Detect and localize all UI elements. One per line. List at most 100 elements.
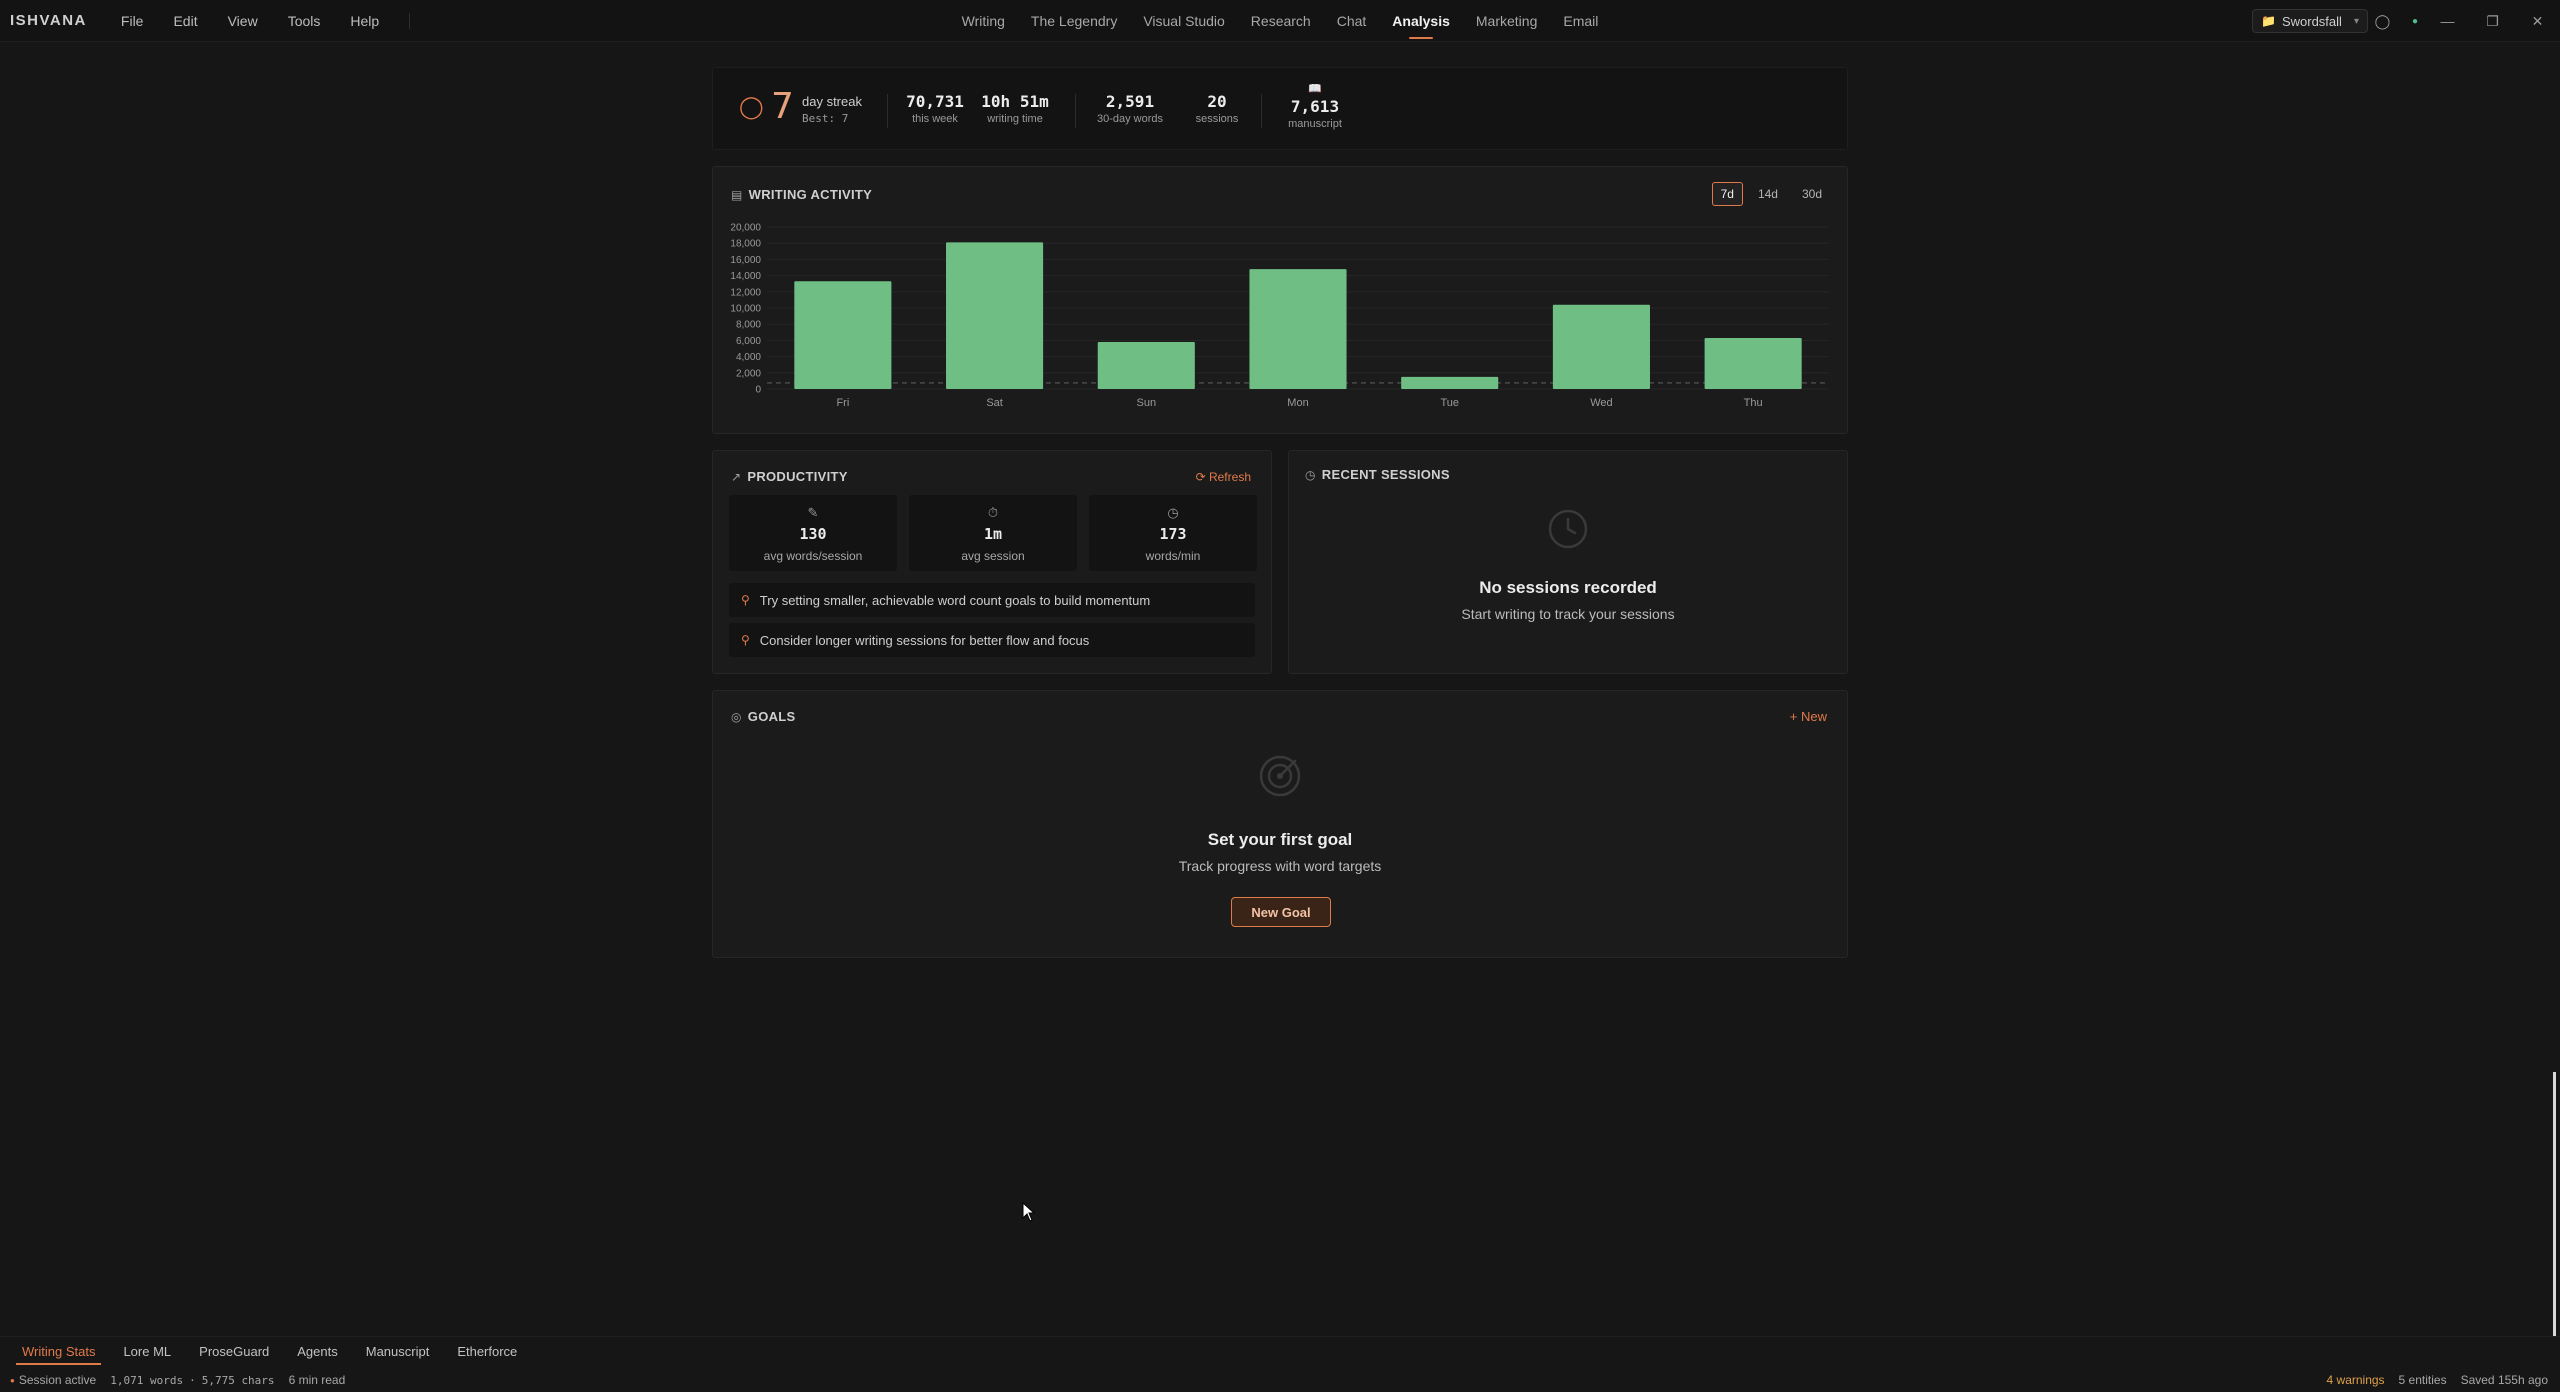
y-tick-label: 0	[755, 385, 761, 396]
book-icon: 📖	[1308, 83, 1322, 95]
words-per-min-value: 173	[1159, 525, 1187, 543]
status-separator: ·	[189, 1373, 196, 1387]
menu-help[interactable]: Help	[350, 13, 379, 29]
close-icon[interactable]: ✕	[2515, 13, 2560, 30]
nav-writing[interactable]: Writing	[960, 13, 1007, 29]
scrollbar-thumb[interactable]	[2553, 1072, 2556, 1336]
words-per-min-card: ◷ 173 words/min	[1089, 495, 1257, 571]
goals-empty-state: Set your first goal Track progress with …	[713, 753, 1847, 874]
new-goal-button[interactable]: New Goal	[1231, 897, 1331, 927]
clock-icon	[1548, 509, 1588, 549]
tab-manuscript[interactable]: Manuscript	[360, 1338, 436, 1365]
nav-visual-studio[interactable]: Visual Studio	[1141, 13, 1226, 29]
tip-text: Try setting smaller, achievable word cou…	[759, 592, 1151, 608]
refresh-label: Refresh	[1208, 470, 1251, 484]
workspace-selector[interactable]: 📁 Swordsfall ▾	[2252, 9, 2368, 33]
mouse-cursor-icon	[1022, 1202, 1036, 1222]
menu-edit[interactable]: Edit	[173, 13, 197, 29]
stats-summary: ◯ 7 day streak Best: 7 70,731 this week …	[712, 67, 1848, 150]
status-right: 4 warnings 5 entities Saved 155h ago	[2327, 1368, 2548, 1392]
stat-writing-time: 10h 51m writing time	[975, 92, 1055, 125]
nav-analysis[interactable]: Analysis	[1390, 13, 1452, 29]
menu-file[interactable]: File	[121, 13, 144, 29]
menu-bar: File Edit View Tools Help	[121, 13, 379, 29]
tab-agents[interactable]: Agents	[291, 1338, 343, 1365]
flame-icon: ◯	[739, 94, 764, 119]
tab-etherforce[interactable]: Etherforce	[451, 1338, 523, 1365]
history-icon: ◷	[1305, 467, 1316, 482]
x-tick-label: Sun	[1136, 397, 1156, 409]
goals-panel: ◎ GOALS + New Set your first goal Track …	[712, 690, 1848, 958]
y-tick-label: 10,000	[730, 304, 761, 315]
bar-sat	[946, 242, 1044, 389]
sync-status-icon[interactable]: ◯	[2360, 13, 2405, 30]
menu-view[interactable]: View	[228, 13, 258, 29]
nav-email[interactable]: Email	[1561, 13, 1600, 29]
stat-30-day-words-label: 30-day words	[1096, 113, 1164, 125]
nav-legendry[interactable]: The Legendry	[1029, 13, 1119, 29]
workspace-name: Swordsfall	[2281, 13, 2342, 29]
avg-session-value: 1m	[983, 525, 1003, 543]
stat-manuscript-value: 7,613	[1290, 97, 1340, 116]
tab-proseguard[interactable]: ProseGuard	[193, 1338, 275, 1365]
target-icon: ◎	[731, 709, 742, 724]
minimize-icon[interactable]: —	[2425, 13, 2470, 29]
stats-divider	[1075, 94, 1076, 128]
stat-sessions-label: sessions	[1195, 113, 1239, 125]
tab-writing-stats[interactable]: Writing Stats	[16, 1338, 102, 1365]
writing-activity-panel: ▤ WRITING ACTIVITY 7d 14d 30d 0 2,000 4,00…	[712, 166, 1848, 434]
window-controls: ◯ ● — ❐ ✕	[2360, 0, 2560, 42]
stat-this-week-value: 70,731	[906, 92, 964, 111]
y-tick-label: 14,000	[730, 271, 761, 282]
y-tick-label: 2,000	[736, 368, 761, 379]
productivity-panel: ↗ PRODUCTIVITY ⟳ Refresh ✎ 130 avg words…	[712, 450, 1272, 674]
bar-wed	[1552, 304, 1650, 389]
avg-session-card: ⏱ 1m avg session	[909, 495, 1077, 571]
menu-tools[interactable]: Tools	[288, 13, 321, 29]
y-tick-label: 8,000	[736, 320, 761, 331]
timer-icon: ⏱	[987, 505, 999, 520]
recent-sessions-panel: ◷ RECENT SESSIONS No sessions recorded S…	[1288, 450, 1848, 674]
y-tick-label: 6,000	[736, 336, 761, 347]
stat-this-week-label: this week	[912, 113, 958, 125]
stat-manuscript: 📖 7,613 manuscript	[1275, 82, 1355, 130]
read-time: 6 min read	[288, 1373, 346, 1387]
sessions-empty-title: No sessions recorded	[1479, 578, 1657, 597]
x-tick-label: Thu	[1744, 397, 1763, 409]
lightbulb-icon: ⚲	[741, 593, 750, 607]
tab-lore-ml[interactable]: Lore ML	[117, 1338, 177, 1365]
streak-count: 7	[771, 86, 794, 127]
x-tick-label: Mon	[1287, 397, 1308, 409]
recent-sessions-header: ◷ RECENT SESSIONS	[1305, 467, 1450, 482]
bar-sun	[1097, 342, 1195, 389]
goals-empty-title: Set your first goal	[1207, 830, 1353, 849]
stat-manuscript-label: manuscript	[1288, 118, 1342, 130]
stat-30-day-words: 2,591 30-day words	[1087, 92, 1173, 125]
writing-activity-chart: 0 2,000 4,000 6,000 8,000 10,000 12,000 14,000 1…	[730, 223, 1829, 409]
x-tick-label: Wed	[1590, 397, 1612, 409]
new-goal-link[interactable]: + New	[1790, 709, 1827, 724]
clock-icon: ◷	[1167, 505, 1179, 520]
bottom-panel-tabs: Writing Stats Lore ML ProseGuard Agents …	[0, 1336, 2560, 1366]
avg-words-session-label: avg words/session	[763, 549, 863, 563]
bar-fri	[794, 281, 892, 389]
entities-count[interactable]: 5 entities	[2399, 1373, 2447, 1387]
warnings-count[interactable]: 4 warnings	[2327, 1373, 2385, 1387]
nav-research[interactable]: Research	[1249, 13, 1313, 29]
y-tick-label: 20,000	[730, 223, 761, 234]
x-tick-label: Sat	[986, 397, 1003, 409]
refresh-button[interactable]: ⟳ Refresh	[1196, 470, 1251, 484]
maximize-icon[interactable]: ❐	[2470, 13, 2515, 30]
stat-writing-time-value: 10h 51m	[981, 92, 1049, 111]
edit-icon: ✎	[807, 505, 819, 520]
nav-chat[interactable]: Chat	[1335, 13, 1369, 29]
bar-tue	[1401, 376, 1499, 389]
app-brand: ISHVANA	[10, 12, 87, 29]
stats-divider	[1261, 94, 1262, 128]
productivity-title: PRODUCTIVITY	[747, 469, 848, 484]
goals-empty-subtitle: Track progress with word targets	[1178, 858, 1382, 874]
y-tick-label: 16,000	[730, 255, 761, 266]
productivity-header: ↗ PRODUCTIVITY	[731, 469, 848, 484]
menu-divider	[409, 12, 411, 29]
nav-marketing[interactable]: Marketing	[1474, 13, 1539, 29]
